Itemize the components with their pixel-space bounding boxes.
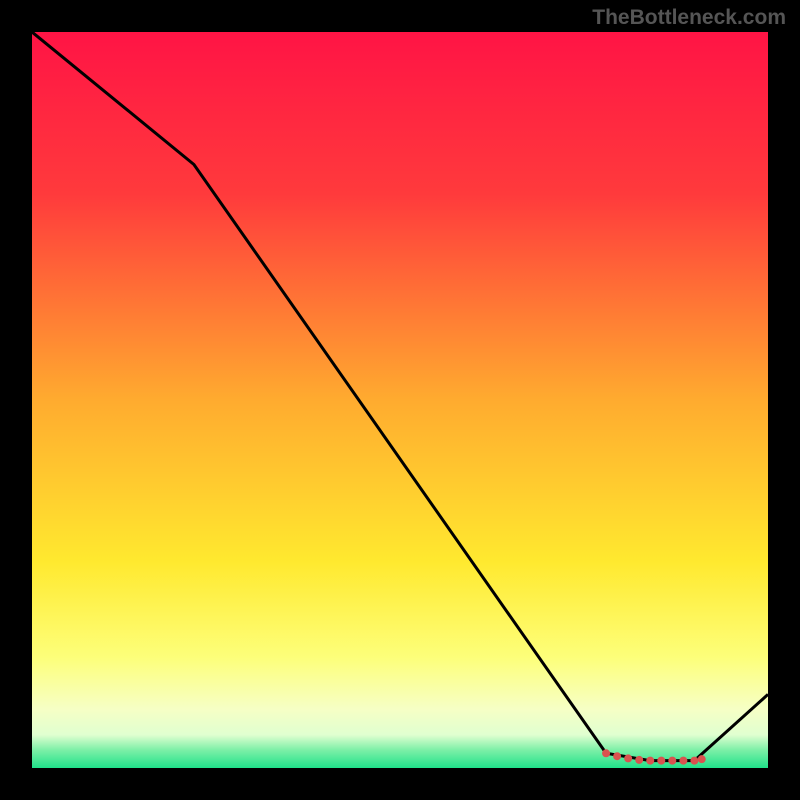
data-marker: [698, 755, 706, 763]
data-marker: [613, 752, 621, 760]
data-marker: [679, 757, 687, 765]
watermark-text: TheBottleneck.com: [592, 6, 786, 30]
data-marker: [635, 756, 643, 764]
data-marker: [668, 757, 676, 765]
chart-line-layer: [32, 32, 768, 768]
data-marker: [690, 757, 698, 765]
data-marker: [624, 754, 632, 762]
data-marker: [657, 757, 665, 765]
chart-container: TheBottleneck.com: [0, 0, 800, 800]
plot-area: [32, 32, 768, 768]
data-marker: [602, 749, 610, 757]
bottleneck-curve-line: [32, 32, 768, 761]
data-marker: [646, 757, 654, 765]
marker-group: [602, 749, 706, 764]
